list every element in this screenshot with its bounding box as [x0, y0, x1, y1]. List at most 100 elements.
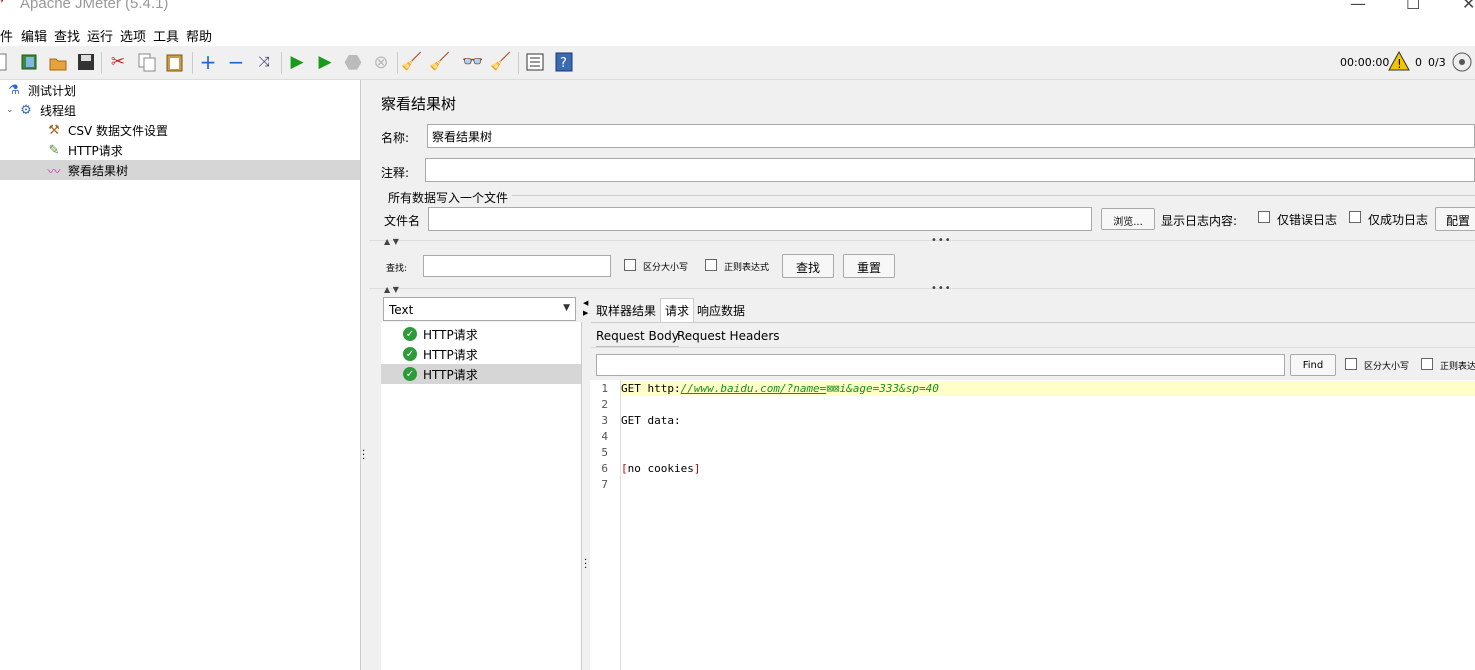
function-helper-icon[interactable]	[524, 51, 546, 73]
menu-options[interactable]: 选项	[120, 26, 146, 45]
gear-icon: ⚙	[20, 102, 32, 118]
line-number: 3	[601, 414, 608, 427]
code-line-6: [no cookies]	[621, 462, 701, 475]
menu-bar: 件 编辑 查找 运行 选项 工具 帮助	[0, 22, 1475, 46]
request-body-text[interactable]: 1 2 3 4 5 6 7 GET http://www.baidu.com/?…	[590, 380, 1475, 670]
toggle-icon[interactable]: ⤨	[253, 51, 275, 73]
new-icon[interactable]	[0, 51, 12, 73]
regex-checkbox[interactable]	[705, 259, 717, 271]
configure-button[interactable]: 配置	[1435, 207, 1475, 231]
code-line-3: GET data:	[621, 414, 681, 427]
split-arrows-icon[interactable]: ▲ ▼	[384, 285, 399, 294]
menu-edit[interactable]: 编辑	[21, 26, 47, 45]
inner-find-button[interactable]: Find	[1290, 354, 1336, 376]
close-button[interactable]: ✕	[1462, 0, 1475, 13]
list-item[interactable]: ✓ HTTP请求	[381, 324, 581, 344]
copy-icon[interactable]	[136, 51, 158, 73]
warning-count: 0	[1415, 56, 1422, 69]
line-number: 7	[601, 478, 608, 491]
tree-item-thread-group[interactable]: ⌄ ⚙ 线程组	[6, 100, 76, 120]
clear-icon[interactable]: 🧹	[401, 51, 423, 73]
find-button[interactable]: 查找	[782, 254, 834, 278]
remote-status-icon[interactable]	[1452, 52, 1472, 75]
tools-icon: ⚒	[48, 122, 60, 138]
menu-run[interactable]: 运行	[87, 26, 113, 45]
menu-file[interactable]: 件	[0, 26, 13, 45]
collapse-icon[interactable]: −	[225, 50, 247, 74]
elapsed-timer: 00:00:00	[1340, 56, 1390, 69]
url-prefix: GET http:	[621, 382, 681, 395]
tree-item-test-plan[interactable]: ⚗ 测试计划	[6, 80, 76, 100]
tab-request[interactable]: 请求	[660, 298, 695, 322]
menu-search[interactable]: 查找	[54, 26, 80, 45]
search-icon[interactable]: 👓	[462, 51, 484, 73]
line-number: 6	[601, 462, 608, 475]
menu-help[interactable]: 帮助	[186, 26, 212, 45]
thread-count: 0/3	[1428, 56, 1446, 69]
paste-icon[interactable]	[164, 51, 186, 73]
shutdown-icon[interactable]: ⊗	[370, 51, 392, 73]
filename-field[interactable]	[428, 207, 1092, 231]
open-icon[interactable]	[47, 51, 69, 73]
inner-search-input[interactable]	[596, 354, 1285, 376]
tree-item-http[interactable]: ✎ HTTP请求	[46, 140, 123, 160]
svg-text:!: !	[1397, 57, 1402, 71]
tree-item-csv[interactable]: ⚒ CSV 数据文件设置	[46, 120, 168, 140]
splitter-top[interactable]: ▲ ▼ •••	[369, 235, 1475, 249]
browse-button[interactable]: 浏览...	[1101, 208, 1155, 230]
result-split-divider[interactable]: ◀ ▶ · · ·	[582, 297, 590, 670]
warning-icon[interactable]: !	[1388, 50, 1410, 74]
title-bar: ❜ Apache JMeter (5.4.1) — ☐ ✕	[0, 0, 1475, 22]
splitter-results[interactable]: ▲ ▼ •••	[369, 283, 1475, 297]
no-cookies-text: no cookies	[627, 462, 694, 475]
renderer-value: Text	[389, 303, 414, 317]
search-input[interactable]	[423, 255, 611, 277]
drag-handle-icon[interactable]: •••	[931, 283, 952, 294]
tab-request-body[interactable]: Request Body	[596, 329, 679, 348]
name-field[interactable]: 察看结果树	[427, 124, 1475, 148]
expand-icon[interactable]: +	[197, 50, 219, 74]
drag-handle-icon[interactable]: •••	[931, 235, 952, 246]
search-label: 查找:	[386, 264, 408, 274]
tree-item-result-tree[interactable]: 〰 察看结果树	[0, 160, 360, 180]
list-item[interactable]: ✓ HTTP请求	[381, 344, 581, 364]
maximize-button[interactable]: ☐	[1406, 0, 1420, 13]
templates-icon[interactable]	[19, 51, 41, 73]
start-icon[interactable]: ▶	[286, 51, 308, 73]
minimize-button[interactable]: —	[1350, 0, 1366, 13]
comment-field[interactable]	[425, 158, 1475, 182]
help-icon[interactable]: ?	[553, 51, 575, 73]
url-link[interactable]: //www.baidu.com/?name=	[681, 382, 827, 395]
stop-icon[interactable]: ⬣	[342, 50, 364, 74]
renderer-select[interactable]: Text ▼	[383, 297, 576, 321]
chevron-down-icon[interactable]: ▼	[563, 303, 570, 313]
split-pane-divider[interactable]: · · ·	[361, 80, 369, 670]
success-only-checkbox[interactable]	[1349, 211, 1361, 223]
cut-icon[interactable]: ✂	[107, 51, 129, 73]
line-number: 1	[601, 382, 608, 395]
save-icon[interactable]	[75, 51, 97, 73]
errors-only-checkbox[interactable]	[1258, 211, 1270, 223]
clear-all-icon[interactable]: 🧹	[429, 51, 451, 73]
chevron-down-icon[interactable]: ⌄	[6, 105, 18, 115]
log-display-label: 显示日志内容:	[1161, 214, 1238, 228]
case-sensitive-checkbox[interactable]	[624, 259, 636, 271]
inner-case-checkbox[interactable]	[1345, 358, 1357, 370]
reset-search-icon[interactable]: 🧹	[490, 51, 512, 73]
tab-sampler-result[interactable]: 取样器结果	[596, 302, 656, 319]
tree-item-label: 察看结果树	[68, 163, 129, 178]
inner-case-label: 区分大小写	[1364, 362, 1410, 372]
line-number: 5	[601, 446, 608, 459]
list-item-selected[interactable]: ✓ HTTP请求	[381, 364, 581, 384]
start-no-pause-icon[interactable]: ▶	[314, 51, 336, 73]
split-arrows-icon[interactable]: ▲ ▼	[384, 237, 399, 246]
line-number: 4	[601, 430, 608, 443]
reset-button[interactable]: 重置	[843, 254, 895, 278]
tab-response-data[interactable]: 响应数据	[697, 302, 745, 319]
menu-tools[interactable]: 工具	[153, 26, 179, 45]
tab-request-headers[interactable]: Request Headers	[677, 329, 780, 343]
tree-item-label: 线程组	[40, 103, 77, 118]
inner-regex-checkbox[interactable]	[1421, 358, 1433, 370]
name-label: 名称:	[381, 131, 410, 145]
list-item-label: HTTP请求	[423, 347, 478, 362]
